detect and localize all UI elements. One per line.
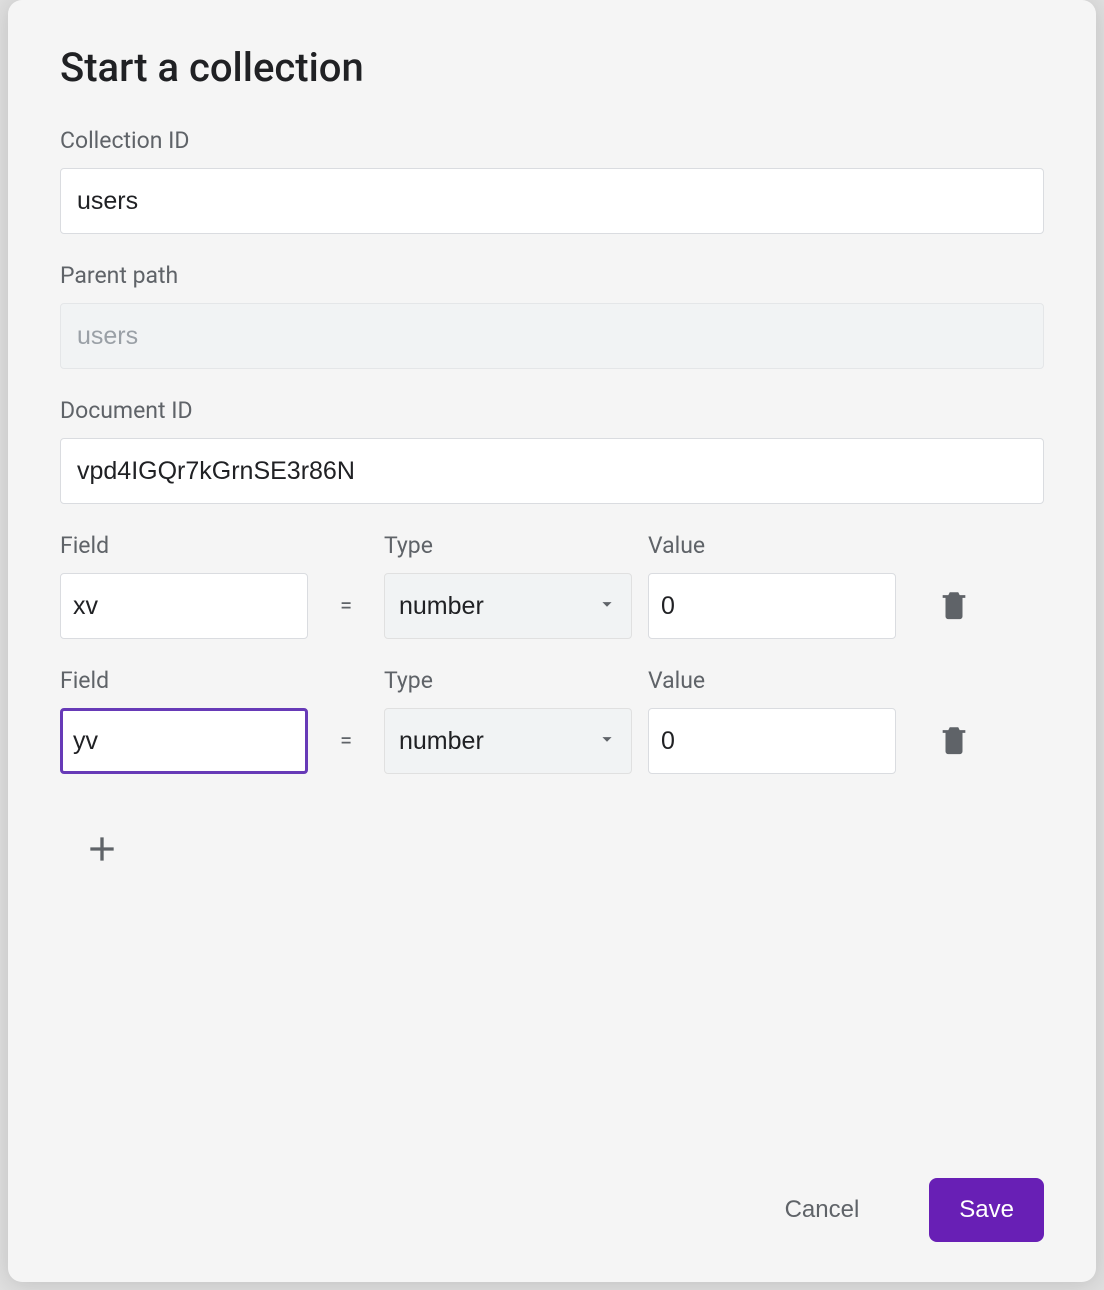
field-name-input[interactable] [60, 708, 308, 774]
delete-field-button[interactable] [928, 708, 980, 774]
save-button[interactable]: Save [929, 1178, 1044, 1242]
document-id-group: Document ID [60, 397, 1044, 504]
trash-icon [937, 588, 971, 625]
document-id-label: Document ID [60, 397, 1044, 424]
equals-sign: = [324, 708, 368, 774]
field-type-select[interactable]: number [384, 708, 632, 774]
type-label: Type [384, 532, 632, 559]
parent-path-group: Parent path [60, 262, 1044, 369]
parent-path-label: Parent path [60, 262, 1044, 289]
field-name-input[interactable] [60, 573, 308, 639]
field-row: Field = Type number Value [60, 532, 1044, 639]
collection-id-group: Collection ID [60, 127, 1044, 234]
cancel-button[interactable]: Cancel [755, 1178, 890, 1242]
delete-field-button[interactable] [928, 573, 980, 639]
field-label: Field [60, 532, 308, 559]
value-label: Value [648, 667, 896, 694]
dialog-title: Start a collection [60, 44, 1044, 91]
collection-id-label: Collection ID [60, 127, 1044, 154]
field-value-input[interactable] [648, 708, 896, 774]
document-id-input[interactable] [60, 438, 1044, 504]
start-collection-dialog: Start a collection Collection ID Parent … [8, 0, 1096, 1282]
type-label: Type [384, 667, 632, 694]
field-type-select[interactable]: number [384, 573, 632, 639]
field-row: Field = Type number Value [60, 667, 1044, 774]
dialog-actions: Cancel Save [60, 1178, 1044, 1242]
collection-id-input[interactable] [60, 168, 1044, 234]
trash-icon [937, 723, 971, 760]
field-value-input[interactable] [648, 573, 896, 639]
parent-path-input [60, 303, 1044, 369]
equals-sign: = [324, 573, 368, 639]
add-field-button[interactable] [74, 822, 130, 878]
plus-icon [82, 829, 122, 872]
field-label: Field [60, 667, 308, 694]
value-label: Value [648, 532, 896, 559]
